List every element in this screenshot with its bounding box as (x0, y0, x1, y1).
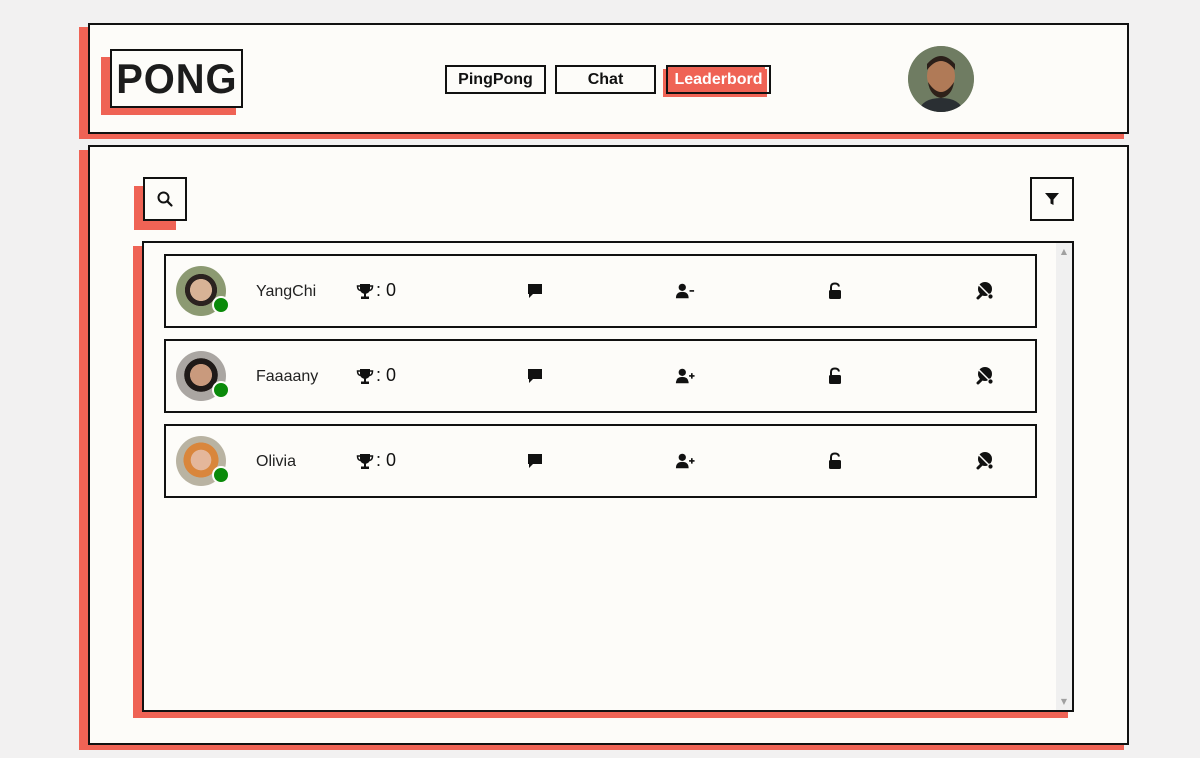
list-scrollbar[interactable] (1056, 243, 1072, 710)
search-icon (157, 191, 173, 207)
remove-friend-button[interactable] (675, 281, 695, 301)
nav-pingpong-button[interactable]: PingPong (445, 65, 546, 94)
nav-chat-button[interactable]: Chat (555, 65, 656, 94)
search-button[interactable] (143, 177, 187, 221)
nav-chat-label: Chat (587, 70, 624, 88)
player-row: Faaaany : 0 (164, 339, 1037, 413)
filter-button[interactable] (1030, 177, 1074, 221)
scroll-up-arrow-icon[interactable]: ▲ (1059, 247, 1069, 257)
player-trophies: : 0 (356, 365, 396, 386)
player-trophies: : 0 (356, 280, 396, 301)
block-button[interactable] (825, 281, 845, 301)
remove-friend-icon (675, 283, 695, 299)
trophy-icon (356, 453, 374, 469)
player-name: YangChi (256, 283, 317, 300)
chat-button[interactable] (525, 281, 545, 301)
player-trophies: : 0 (356, 450, 396, 471)
player-row: YangChi : 0 (164, 254, 1037, 328)
ping-pong-icon (976, 452, 994, 470)
player-row: Olivia : 0 (164, 424, 1037, 498)
trophy-count: : 0 (376, 280, 397, 300)
online-status-dot (212, 296, 230, 314)
scroll-down-arrow-icon[interactable]: ▼ (1059, 697, 1069, 707)
block-button[interactable] (825, 366, 845, 386)
block-button[interactable] (825, 451, 845, 471)
player-name: Olivia (256, 453, 297, 470)
trophy-count: : 0 (376, 365, 397, 385)
user-avatar[interactable] (908, 46, 974, 112)
add-friend-button[interactable] (675, 451, 695, 471)
unlock-icon (829, 282, 841, 299)
ping-pong-icon (976, 282, 994, 300)
nav-pingpong-label: PingPong (458, 70, 533, 88)
online-status-dot (212, 381, 230, 399)
invite-game-button[interactable] (975, 451, 995, 471)
chat-button[interactable] (525, 366, 545, 386)
unlock-icon (829, 367, 841, 384)
chat-button[interactable] (525, 451, 545, 471)
filter-icon (1045, 193, 1059, 205)
chat-icon (528, 454, 542, 468)
chat-icon (528, 284, 542, 298)
trophy-icon (356, 368, 374, 384)
pong-logo[interactable]: PONG (110, 49, 243, 108)
nav-leaderbord-label: Leaderbord (674, 70, 763, 88)
add-friend-icon (675, 368, 695, 384)
invite-game-button[interactable] (975, 281, 995, 301)
trophy-icon (356, 283, 374, 299)
logo-text: PONG (115, 54, 238, 102)
invite-game-button[interactable] (975, 366, 995, 386)
add-friend-icon (675, 453, 695, 469)
chat-icon (528, 369, 542, 383)
ping-pong-icon (976, 367, 994, 385)
add-friend-button[interactable] (675, 366, 695, 386)
user-avatar-image (908, 46, 974, 112)
player-name: Faaaany (256, 368, 319, 385)
unlock-icon (829, 452, 841, 469)
online-status-dot (212, 466, 230, 484)
trophy-count: : 0 (376, 450, 397, 470)
nav-leaderbord-button[interactable]: Leaderbord (666, 65, 771, 94)
